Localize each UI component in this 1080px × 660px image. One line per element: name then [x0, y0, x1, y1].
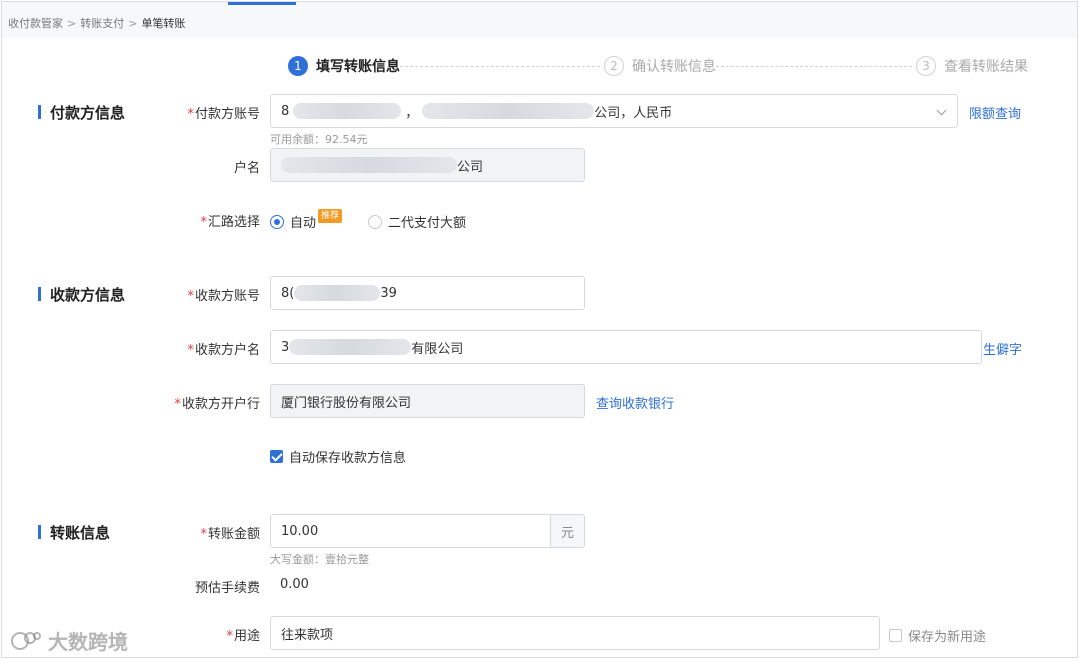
required-mark: * [174, 397, 181, 412]
payee-bank-field: 厦门银行股份有限公司 [270, 384, 585, 418]
account-prefix: 8 [281, 103, 290, 119]
radio-dot [368, 214, 382, 229]
route-large-payment-radio[interactable]: 二代支付大额 [368, 212, 466, 231]
watermark-logo-icon [11, 631, 41, 650]
available-balance: 可用余额：92.54元 [270, 133, 368, 146]
amount-value: 10.00 [281, 523, 319, 539]
amount-uppercase: 大写金额：壹拾元整 [270, 553, 369, 566]
section-title-transfer: 转账信息 [38, 522, 110, 543]
section-title-payee: 收款方信息 [38, 284, 125, 305]
masked-text [294, 285, 381, 301]
step-2: 2 确认转账信息 [604, 56, 716, 76]
account-separator: ， [405, 105, 419, 121]
account-prefix: 8( [281, 285, 295, 301]
top-bar: 收付款管家 > 转账支付 > 单笔转账 [2, 2, 1077, 38]
required-mark: * [187, 289, 194, 304]
route-label: *汇路选择 [140, 211, 260, 230]
required-mark: * [187, 107, 194, 122]
payer-name-label: 户名 [140, 157, 260, 176]
fee-value: 0.00 [280, 577, 309, 592]
watermark-text: 大数跨境 [48, 630, 128, 654]
masked-text [289, 339, 412, 355]
breadcrumb-item[interactable]: 转账支付 [80, 17, 124, 30]
radio-dot [270, 214, 284, 229]
step-connector [716, 66, 912, 67]
step-number: 1 [288, 56, 308, 76]
breadcrumb: 收付款管家 > 转账支付 > 单笔转账 [8, 15, 185, 31]
limit-query-link[interactable]: 限额查询 [969, 103, 1021, 122]
payee-account-label: *收款方账号 [140, 285, 260, 304]
checkbox-label: 自动保存收款方信息 [289, 451, 407, 466]
checkbox-box [889, 629, 902, 642]
step-indicator: 1 填写转账信息 2 确认转账信息 3 查看转账结果 [288, 56, 1028, 78]
masked-text [293, 103, 402, 119]
recommend-badge: 推荐 [318, 208, 343, 223]
masked-text [422, 103, 595, 119]
payer-account-label: *付款方账号 [140, 103, 260, 122]
label-text: 预估手续费 [194, 581, 260, 596]
radio-label: 二代支付大额 [388, 216, 467, 231]
required-mark: * [200, 527, 207, 542]
step-label: 查看转账结果 [944, 59, 1028, 75]
label-text: 收款方开户行 [181, 397, 260, 412]
label-text: 收款方户名 [194, 343, 260, 358]
checkbox-label: 保存为新用途 [908, 630, 987, 645]
rare-character-link[interactable]: 生僻字 [983, 339, 1022, 358]
step-1: 1 填写转账信息 [288, 56, 400, 76]
name-prefix: 3 [281, 339, 290, 355]
masked-text [281, 157, 457, 173]
currency-unit: 元 [550, 515, 584, 547]
step-3: 3 查看转账结果 [916, 56, 1028, 76]
amount-input[interactable]: 10.00 元 [270, 514, 585, 548]
account-suffix: 39 [380, 285, 397, 301]
payer-name-field: 公司 [270, 148, 585, 182]
step-connector [400, 66, 600, 67]
label-text: 汇路选择 [207, 215, 260, 230]
active-tab-indicator [228, 2, 296, 5]
required-mark: * [200, 215, 207, 230]
purpose-value: 往来款项 [281, 627, 334, 643]
payer-account-select[interactable]: 8 ， 公司，人民币 [270, 94, 958, 128]
bank-name: 厦门银行股份有限公司 [281, 395, 412, 411]
step-label: 确认转账信息 [632, 59, 716, 75]
required-mark: * [226, 629, 233, 644]
payee-name-label: *收款方户名 [140, 339, 260, 358]
section-title-payer: 付款方信息 [38, 102, 125, 123]
label-text: 付款方账号 [194, 107, 260, 122]
step-number: 3 [916, 56, 936, 76]
query-bank-link[interactable]: 查询收款银行 [596, 393, 674, 412]
amount-label: *转账金额 [140, 523, 260, 542]
payee-bank-label: *收款方开户行 [140, 393, 260, 412]
step-number: 2 [604, 56, 624, 76]
radio-label: 自动 [290, 216, 317, 231]
chevron-down-icon[interactable] [936, 105, 947, 116]
purpose-input[interactable]: 往来款项 [270, 616, 880, 650]
name-suffix: 有限公司 [411, 341, 464, 357]
breadcrumb-separator: > [67, 17, 77, 30]
breadcrumb-item[interactable]: 收付款管家 [8, 17, 63, 30]
breadcrumb-separator: > [128, 17, 138, 30]
required-mark: * [187, 343, 194, 358]
breadcrumb-current: 单笔转账 [141, 17, 186, 30]
checkbox-box [270, 450, 283, 463]
watermark: 大数跨境 [10, 626, 128, 655]
purpose-label: *用途 [140, 625, 260, 644]
name-suffix: 公司 [457, 159, 484, 175]
label-text: 收款方账号 [194, 289, 260, 304]
save-new-purpose-checkbox[interactable]: 保存为新用途 [889, 626, 986, 645]
label-text: 转账金额 [207, 527, 260, 542]
step-label: 填写转账信息 [316, 59, 400, 75]
payee-name-input[interactable]: 3 有限公司 [270, 330, 982, 364]
account-suffix: 公司，人民币 [594, 105, 673, 121]
label-text: 户名 [233, 161, 260, 176]
label-text: 用途 [233, 629, 260, 644]
payee-account-input[interactable]: 8( 39 [270, 276, 585, 310]
auto-save-payee-checkbox[interactable]: 自动保存收款方信息 [270, 447, 406, 466]
route-auto-radio[interactable]: 自动 推荐 [270, 208, 343, 231]
fee-label: 预估手续费 [140, 577, 260, 596]
